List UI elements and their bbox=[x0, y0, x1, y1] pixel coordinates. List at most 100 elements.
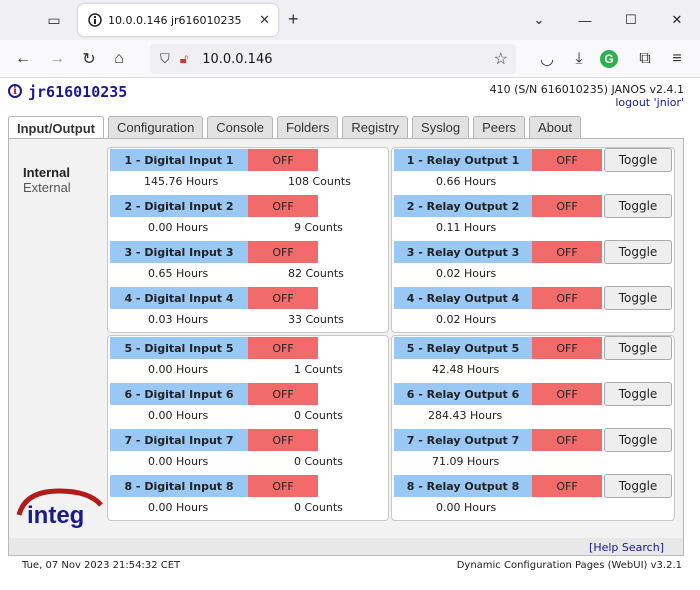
output-label: 2 - Relay Output 2 bbox=[394, 195, 532, 217]
relay-output-row: 8 - Relay Output 8 OFF Toggle 0.00 Hours bbox=[392, 474, 674, 520]
help-search-link[interactable]: [Help Search] bbox=[589, 541, 664, 554]
input-counts: 0 Counts bbox=[294, 455, 343, 468]
tab-input-output[interactable]: Input/Output bbox=[8, 116, 104, 139]
side-nav-internal[interactable]: Internal bbox=[23, 165, 71, 180]
tab-syslog[interactable]: Syslog bbox=[412, 116, 470, 138]
tab-registry[interactable]: Registry bbox=[342, 116, 409, 138]
input-state: OFF bbox=[248, 429, 318, 451]
tab-about[interactable]: About bbox=[529, 116, 582, 138]
input-label: 4 - Digital Input 4 bbox=[110, 287, 248, 309]
input-label: 7 - Digital Input 7 bbox=[110, 429, 248, 451]
maximize-icon[interactable]: ☐ bbox=[608, 0, 654, 40]
toggle-relay-7-button[interactable]: Toggle bbox=[604, 428, 672, 452]
minimize-icon[interactable]: — bbox=[562, 0, 608, 40]
download-icon[interactable]: ⤓ bbox=[568, 48, 590, 70]
menu-icon[interactable]: ≡ bbox=[666, 48, 688, 70]
inputs-panel-2: 5 - Digital Input 5 OFF 0.00 Hours 1 Cou… bbox=[107, 335, 389, 521]
input-label: 5 - Digital Input 5 bbox=[110, 337, 248, 359]
browser-tab-title: 10.0.0.146 jr616010235 bbox=[108, 13, 242, 27]
input-hours: 145.76 Hours bbox=[144, 175, 219, 188]
output-hours: 284.43 Hours bbox=[428, 409, 503, 422]
output-state: OFF bbox=[532, 149, 602, 171]
output-label: 3 - Relay Output 3 bbox=[394, 241, 532, 263]
input-hours: 0.00 Hours bbox=[148, 221, 209, 234]
jnior-logo-icon: i bbox=[8, 84, 22, 98]
device-info: 410 (S/N 616010235) JANOS v2.4.1 bbox=[489, 83, 684, 96]
shield-icon[interactable]: ⛉ bbox=[160, 51, 170, 67]
toggle-relay-1-button[interactable]: Toggle bbox=[604, 148, 672, 172]
tab-console[interactable]: Console bbox=[207, 116, 273, 138]
pocket-icon[interactable]: ◡ bbox=[536, 48, 558, 70]
output-label: 6 - Relay Output 6 bbox=[394, 383, 532, 405]
tab-folders[interactable]: Folders bbox=[277, 116, 339, 138]
side-nav-external[interactable]: External bbox=[23, 180, 71, 195]
input-counts: 82 Counts bbox=[288, 267, 344, 280]
output-state: OFF bbox=[532, 429, 602, 451]
output-state: OFF bbox=[532, 383, 602, 405]
output-label: 7 - Relay Output 7 bbox=[394, 429, 532, 451]
input-label: 3 - Digital Input 3 bbox=[110, 241, 248, 263]
integ-logo-text: integ bbox=[27, 502, 84, 529]
output-state: OFF bbox=[532, 475, 602, 497]
digital-input-row: 2 - Digital Input 2 OFF 0.00 Hours 9 Cou… bbox=[108, 194, 388, 240]
input-hours: 0.00 Hours bbox=[148, 409, 209, 422]
page-header: i jr616010235 410 (S/N 616010235) JANOS … bbox=[0, 80, 700, 112]
back-icon[interactable]: ← bbox=[12, 48, 34, 70]
input-state: OFF bbox=[248, 337, 318, 359]
input-counts: 0 Counts bbox=[294, 501, 343, 514]
relay-output-row: 2 - Relay Output 2 OFF Toggle 0.11 Hours bbox=[392, 194, 674, 240]
reload-icon[interactable]: ↻ bbox=[78, 48, 100, 70]
close-window-icon[interactable]: ✕ bbox=[654, 0, 700, 40]
digital-input-row: 7 - Digital Input 7 OFF 0.00 Hours 0 Cou… bbox=[108, 428, 388, 474]
input-counts: 33 Counts bbox=[288, 313, 344, 326]
device-name: jr616010235 bbox=[28, 83, 128, 101]
tab-peers[interactable]: Peers bbox=[473, 116, 526, 138]
relay-output-row: 3 - Relay Output 3 OFF Toggle 0.02 Hours bbox=[392, 240, 674, 286]
input-hours: 0.00 Hours bbox=[148, 455, 209, 468]
home-icon[interactable]: ⌂ bbox=[108, 48, 130, 70]
output-state: OFF bbox=[532, 287, 602, 309]
browser-tab[interactable]: 10.0.0.146 jr616010235 ✕ bbox=[78, 4, 278, 36]
input-label: 1 - Digital Input 1 bbox=[110, 149, 248, 171]
insecure-lock-icon[interactable]: 🔓︎ bbox=[180, 51, 188, 67]
output-label: 8 - Relay Output 8 bbox=[394, 475, 532, 497]
url-bar[interactable]: ⛉ 🔓︎ 10.0.0.146 ☆ bbox=[150, 44, 516, 74]
input-label: 2 - Digital Input 2 bbox=[110, 195, 248, 217]
output-hours: 0.02 Hours bbox=[436, 313, 497, 326]
toggle-relay-5-button[interactable]: Toggle bbox=[604, 336, 672, 360]
input-hours: 0.65 Hours bbox=[148, 267, 209, 280]
footer-bar bbox=[8, 538, 684, 556]
bookmark-star-icon[interactable]: ☆ bbox=[494, 49, 508, 69]
inputs-panel-1: 1 - Digital Input 1 OFF 145.76 Hours 108… bbox=[107, 147, 389, 333]
input-hours: 0.00 Hours bbox=[148, 363, 209, 376]
toggle-relay-4-button[interactable]: Toggle bbox=[604, 286, 672, 310]
tab-configuration[interactable]: Configuration bbox=[107, 116, 204, 138]
digital-input-row: 6 - Digital Input 6 OFF 0.00 Hours 0 Cou… bbox=[108, 382, 388, 428]
input-label: 8 - Digital Input 8 bbox=[110, 475, 248, 497]
toggle-relay-8-button[interactable]: Toggle bbox=[604, 474, 672, 498]
new-tab-icon[interactable]: + bbox=[288, 9, 299, 30]
input-counts: 1 Counts bbox=[294, 363, 343, 376]
io-side-nav: Internal External bbox=[23, 165, 71, 195]
chevron-down-icon[interactable]: ⌄ bbox=[516, 0, 562, 40]
relay-output-row: 7 - Relay Output 7 OFF Toggle 71.09 Hour… bbox=[392, 428, 674, 474]
toggle-relay-2-button[interactable]: Toggle bbox=[604, 194, 672, 218]
info-icon bbox=[88, 13, 102, 27]
toggle-relay-3-button[interactable]: Toggle bbox=[604, 240, 672, 264]
input-counts: 0 Counts bbox=[294, 409, 343, 422]
relay-output-row: 4 - Relay Output 4 OFF Toggle 0.02 Hours bbox=[392, 286, 674, 332]
digital-input-row: 1 - Digital Input 1 OFF 145.76 Hours 108… bbox=[108, 148, 388, 194]
input-state: OFF bbox=[248, 241, 318, 263]
output-state: OFF bbox=[532, 241, 602, 263]
output-hours: 0.00 Hours bbox=[436, 501, 497, 514]
integ-logo: integ bbox=[16, 488, 103, 529]
output-hours: 0.11 Hours bbox=[436, 221, 497, 234]
logout-link[interactable]: logout 'jnior' bbox=[615, 96, 684, 109]
input-counts: 108 Counts bbox=[288, 175, 351, 188]
extension-icon[interactable]: G bbox=[600, 50, 618, 68]
toggle-relay-6-button[interactable]: Toggle bbox=[604, 382, 672, 406]
close-tab-icon[interactable]: ✕ bbox=[259, 12, 270, 28]
tab-list-icon[interactable]: ▭ bbox=[44, 10, 64, 30]
forward-icon[interactable]: → bbox=[46, 48, 68, 70]
extensions-puzzle-icon[interactable]: ⧉ bbox=[634, 48, 656, 70]
